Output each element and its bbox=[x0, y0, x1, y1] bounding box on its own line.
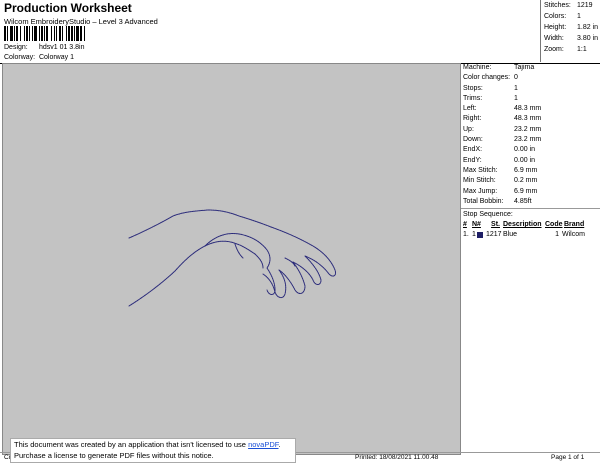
detail-value: 0.00 in bbox=[514, 156, 536, 164]
detail-label: Up: bbox=[463, 125, 474, 133]
detail-row: Stops: 1 bbox=[461, 84, 600, 94]
license-notice: This document was created by an applicat… bbox=[10, 438, 296, 463]
col-st: St. bbox=[491, 221, 500, 229]
detail-label: Right: bbox=[463, 115, 482, 123]
detail-label: EndY: bbox=[463, 156, 482, 164]
detail-row: Machine: Tajima bbox=[461, 63, 600, 73]
detail-row: Color changes: 0 bbox=[461, 73, 600, 83]
stat-colors: Colors: 1 bbox=[544, 13, 581, 20]
barcode-image bbox=[4, 26, 85, 41]
detail-label: Max Stitch: bbox=[463, 166, 498, 174]
stat-width: Width: 3.80 in bbox=[544, 35, 599, 42]
design-row: Design: hdsv1 01 3.8in bbox=[4, 44, 85, 51]
detail-value: 0.00 in bbox=[514, 146, 536, 154]
printed-timestamp: Printed: 18/08/2021 11.00.48 bbox=[355, 454, 439, 461]
col-description: Description bbox=[503, 221, 542, 229]
design-preview bbox=[2, 63, 461, 455]
notice-line-2: Purchase a license to generate PDF files… bbox=[14, 451, 214, 460]
design-value: hdsv1 01 3.8in bbox=[38, 44, 85, 51]
stop-row: 1. 1 1217 Blue 1 Wilcom bbox=[463, 231, 585, 239]
stop-sequence-title: Stop Sequence: bbox=[463, 211, 513, 219]
detail-value: 4.85ft bbox=[514, 197, 532, 205]
detail-row: EndY: 0.00 in bbox=[461, 156, 600, 166]
stat-stitches: Stitches: 1219 bbox=[544, 2, 593, 9]
detail-label: Stops: bbox=[463, 84, 483, 92]
design-label: Design: bbox=[4, 44, 28, 51]
detail-row: Total Bobbin: 4.85ft bbox=[461, 197, 600, 207]
colorway-label: Colorway: bbox=[4, 54, 36, 61]
detail-value: 48.3 mm bbox=[514, 105, 542, 113]
novapdf-link[interactable]: novaPDF bbox=[248, 440, 278, 449]
color-swatch bbox=[477, 232, 483, 239]
detail-row: Trims: 1 bbox=[461, 94, 600, 104]
worksheet-title: Production Worksheet bbox=[4, 1, 132, 15]
colorway-row: Colorway: Colorway 1 bbox=[4, 54, 74, 61]
detail-value: 0 bbox=[514, 74, 518, 82]
detail-row: Right: 48.3 mm bbox=[461, 114, 600, 124]
stat-zoom: Zoom: 1:1 bbox=[544, 46, 587, 53]
detail-label: Trims: bbox=[463, 94, 483, 102]
detail-row: Max Stitch: 6.9 mm bbox=[461, 166, 600, 176]
detail-label: Max Jump: bbox=[463, 187, 498, 195]
detail-value: 23.2 mm bbox=[514, 125, 542, 133]
detail-value: Tajima bbox=[514, 64, 535, 71]
detail-row: EndX: 0.00 in bbox=[461, 145, 600, 155]
detail-label: Machine: bbox=[463, 64, 492, 71]
page-number: Page 1 of 1 bbox=[551, 454, 585, 461]
detail-row: Max Jump: 6.9 mm bbox=[461, 187, 600, 197]
detail-label: EndX: bbox=[463, 146, 483, 154]
detail-row: Down: 23.2 mm bbox=[461, 135, 600, 145]
hand-embroidery-design bbox=[128, 209, 336, 307]
detail-row: Up: 23.2 mm bbox=[461, 125, 600, 135]
detail-value: 48.3 mm bbox=[514, 115, 542, 123]
detail-row: Left: 48.3 mm bbox=[461, 104, 600, 114]
col-code: Code bbox=[545, 221, 563, 229]
detail-label: Min Stitch: bbox=[463, 177, 496, 185]
detail-value: 1 bbox=[514, 94, 518, 102]
detail-value: 0.2 mm bbox=[514, 177, 538, 185]
col-num: # bbox=[463, 221, 467, 229]
detail-label: Left: bbox=[463, 105, 477, 113]
machine-details-panel: Machine: Tajima Color changes: 0 Stops: 1 Trim… bbox=[460, 63, 600, 453]
detail-value: 1 bbox=[514, 84, 518, 92]
detail-label: Down: bbox=[463, 136, 483, 144]
notice-line-1: This document was created by an applicat… bbox=[14, 440, 281, 449]
details-list: Machine: Tajima Color changes: 0 Stops: 1 Trim… bbox=[461, 63, 600, 207]
detail-value: 23.2 mm bbox=[514, 136, 542, 144]
detail-label: Total Bobbin: bbox=[463, 197, 504, 205]
stat-height: Height: 1.82 in bbox=[544, 24, 599, 31]
col-n: N# bbox=[472, 221, 481, 229]
software-subtitle: Wilcom EmbroideryStudio – Level 3 Advanc… bbox=[4, 17, 158, 26]
summary-stats: Stitches: 1219 Colors: 1 Height: 1.82 in Wi… bbox=[540, 0, 600, 62]
colorway-value: Colorway 1 bbox=[38, 54, 74, 61]
stop-sequence-header: # N# St. Description Code Brand bbox=[461, 220, 600, 230]
detail-row: Min Stitch: 0.2 mm bbox=[461, 176, 600, 186]
detail-value: 6.9 mm bbox=[514, 166, 538, 174]
panel-divider bbox=[461, 208, 600, 210]
detail-label: Color changes: bbox=[463, 74, 511, 82]
col-brand: Brand bbox=[564, 221, 585, 229]
detail-value: 6.9 mm bbox=[514, 187, 538, 195]
